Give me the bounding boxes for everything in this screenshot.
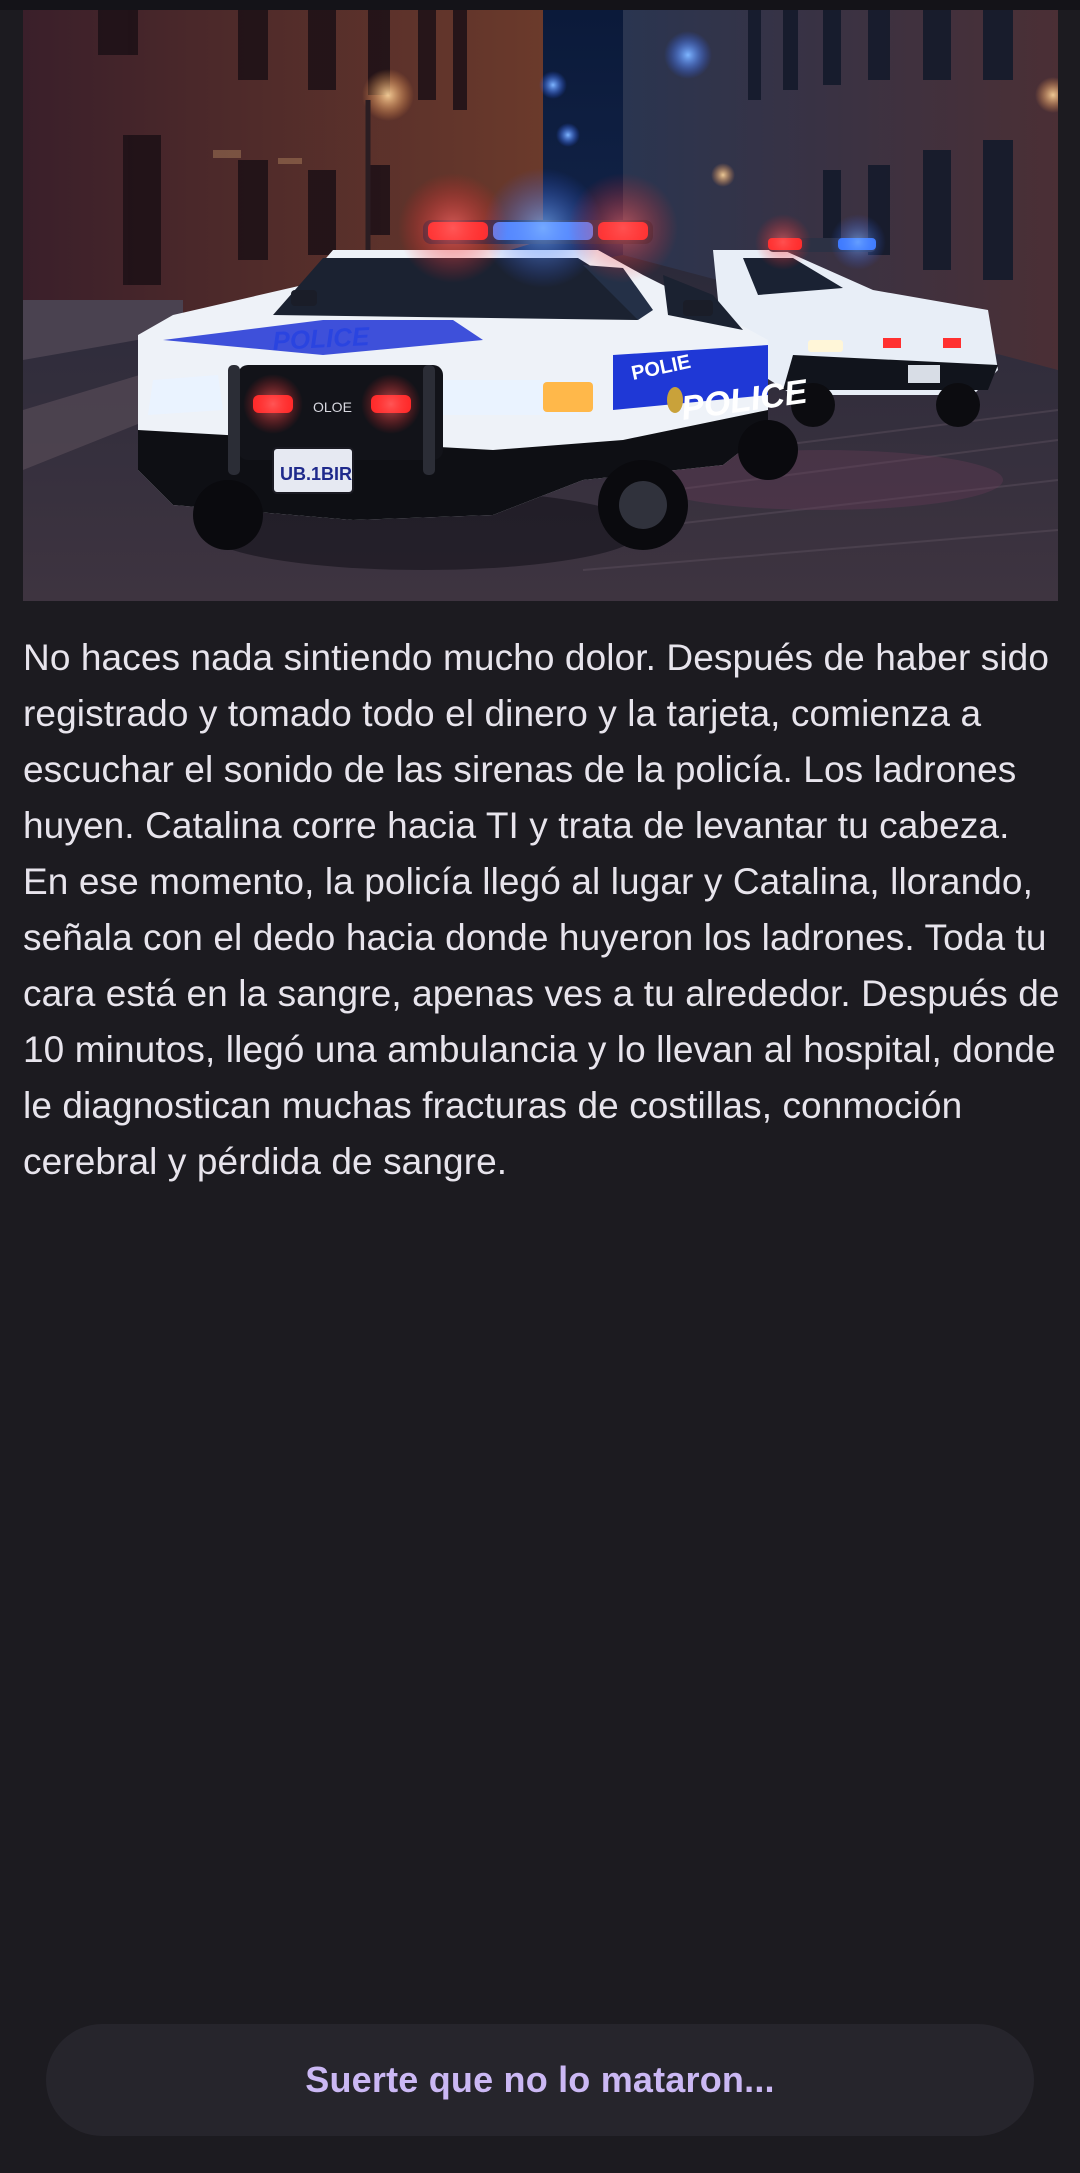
police-cars-scene: OLOE UB.1BIR POLICE POLIE POLICE: [23, 10, 1058, 601]
story-text: No haces nada sintiendo mucho dolor. Des…: [23, 637, 1060, 1182]
choice-label: Suerte que no lo mataron...: [305, 2059, 775, 2100]
story-illustration: OLOE UB.1BIR POLICE POLIE POLICE: [23, 10, 1058, 601]
plate-text: UB.1BIR: [280, 464, 352, 484]
choice-button[interactable]: Suerte que no lo mataron...: [46, 2024, 1034, 2136]
hood-police-text: POLICE: [272, 321, 371, 356]
status-bar-strip: [0, 0, 1080, 10]
grille-text: OLOE: [313, 399, 352, 415]
